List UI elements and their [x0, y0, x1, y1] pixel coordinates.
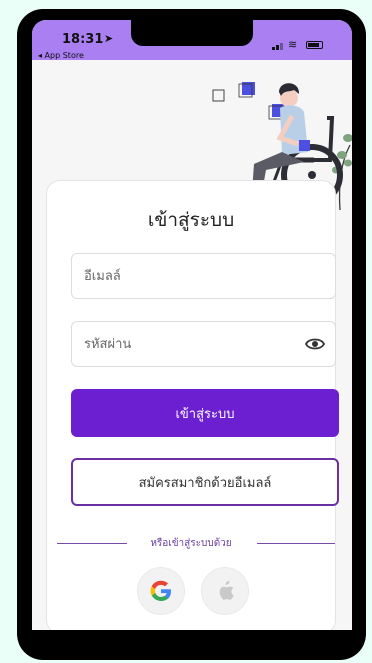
login-button[interactable]: เข้าสู่ระบบ — [71, 389, 339, 437]
back-to-app-store-link[interactable]: ◂ App Store — [38, 51, 84, 60]
page-title: เข้าสู่ระบบ — [147, 209, 235, 231]
register-with-email-button[interactable]: สมัครสมาชิกด้วยอีเมลล์ — [71, 458, 339, 506]
app-screen: 18:31 ➤ ◂ App Store ≋ เข้าสู่ระบบ อีเมลล… — [32, 20, 352, 630]
eye-icon[interactable] — [305, 336, 325, 352]
wifi-icon: ≋ — [288, 38, 298, 51]
or-login-with-divider: หรือเข้าสู่ระบบด้วย — [57, 536, 335, 550]
signal-bar-icon — [272, 47, 275, 50]
apple-logo-icon — [219, 580, 234, 600]
google-logo-icon — [150, 580, 171, 601]
camera-notch — [131, 20, 253, 46]
divider-line — [257, 543, 335, 544]
google-login-button[interactable] — [137, 567, 185, 615]
email-field[interactable] — [71, 253, 336, 299]
location-arrow-icon: ➤ — [104, 32, 114, 45]
apple-login-button[interactable] — [201, 567, 249, 615]
login-card: เข้าสู่ระบบ เข้าสู่ระบบ สมัครสมาชิกด้วยอ… — [46, 180, 339, 630]
email-input[interactable] — [72, 254, 294, 298]
status-time: 18:31 — [62, 32, 104, 47]
password-field[interactable] — [71, 321, 336, 367]
status-icons: ≋ — [272, 38, 326, 51]
status-bar: 18:31 ➤ ◂ App Store ≋ — [32, 20, 352, 60]
password-input[interactable] — [72, 322, 294, 366]
signal-bar-icon — [276, 45, 279, 50]
battery-icon — [306, 41, 323, 49]
signal-bar-icon — [280, 43, 283, 50]
